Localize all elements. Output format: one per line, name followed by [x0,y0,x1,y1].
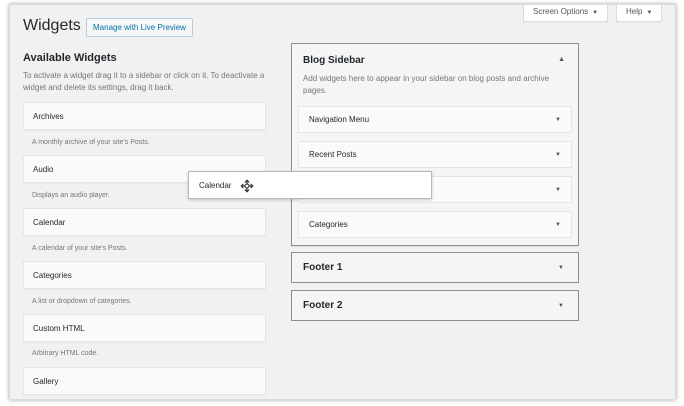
widget-description: Arbitrary HTML code. [32,350,99,357]
expand-arrow-icon[interactable]: ▼ [555,212,561,238]
sidebar-widget-label: Recent Posts [309,150,357,159]
collapse-arrow-icon[interactable]: ▲ [558,56,565,63]
available-widgets-title: Available Widgets [23,52,117,64]
widget-categories[interactable]: Categories [23,261,266,289]
move-icon [240,179,254,193]
admin-screen: Widgets Manage with Live Preview Screen … [9,4,676,400]
widget-gallery[interactable]: Gallery [23,367,266,395]
available-widgets-description: To activate a widget drag it to a sideba… [23,71,265,92]
sidebar-widget-categories[interactable]: Categories ▼ [298,211,572,238]
sidebar-widget-recent-posts[interactable]: Recent Posts ▼ [298,141,572,168]
widget-description: A list or dropdown of categories. [32,298,132,305]
help-button[interactable]: Help ▼ [616,5,663,22]
sidebar-widget-label: Navigation Menu [309,115,370,124]
expand-arrow-icon[interactable]: ▼ [558,253,564,283]
page-title: Widgets [23,17,81,34]
expand-arrow-icon[interactable]: ▼ [555,142,561,168]
footer-2-area[interactable]: Footer 2 ▼ [291,290,579,321]
chevron-down-icon: ▼ [646,10,653,16]
sidebar-widget-label: Categories [309,220,348,229]
sidebar-widget-navigation-menu[interactable]: Navigation Menu ▼ [298,106,572,133]
screen-options-button[interactable]: Screen Options ▼ [523,5,609,22]
manage-live-preview-button[interactable]: Manage with Live Preview [86,18,193,37]
widget-custom-html[interactable]: Custom HTML [23,314,266,342]
widget-archives[interactable]: Archives [23,102,266,130]
footer-2-title: Footer 2 [303,300,343,311]
expand-arrow-icon[interactable]: ▼ [558,291,564,321]
footer-1-area[interactable]: Footer 1 ▼ [291,252,579,283]
chevron-down-icon: ▼ [592,10,599,16]
widget-calendar[interactable]: Calendar [23,208,266,236]
footer-1-title: Footer 1 [303,262,343,273]
expand-arrow-icon[interactable]: ▼ [555,177,561,203]
blog-sidebar-title: Blog Sidebar [303,55,365,66]
widget-description: A calendar of your site's Posts. [32,245,128,252]
help-label: Help [626,7,643,16]
dragging-widget-calendar[interactable]: Calendar [188,171,432,199]
widget-description: A monthly archive of your site's Posts. [32,139,150,146]
blog-sidebar-area[interactable]: Blog Sidebar ▲ Add widgets here to appea… [291,43,579,246]
blog-sidebar-description: Add widgets here to appear in your sideb… [303,74,549,95]
widget-description: Displays an audio player. [32,192,110,199]
dragging-widget-label: Calendar [199,181,232,190]
expand-arrow-icon[interactable]: ▼ [555,107,561,133]
screen-options-label: Screen Options [533,7,589,16]
